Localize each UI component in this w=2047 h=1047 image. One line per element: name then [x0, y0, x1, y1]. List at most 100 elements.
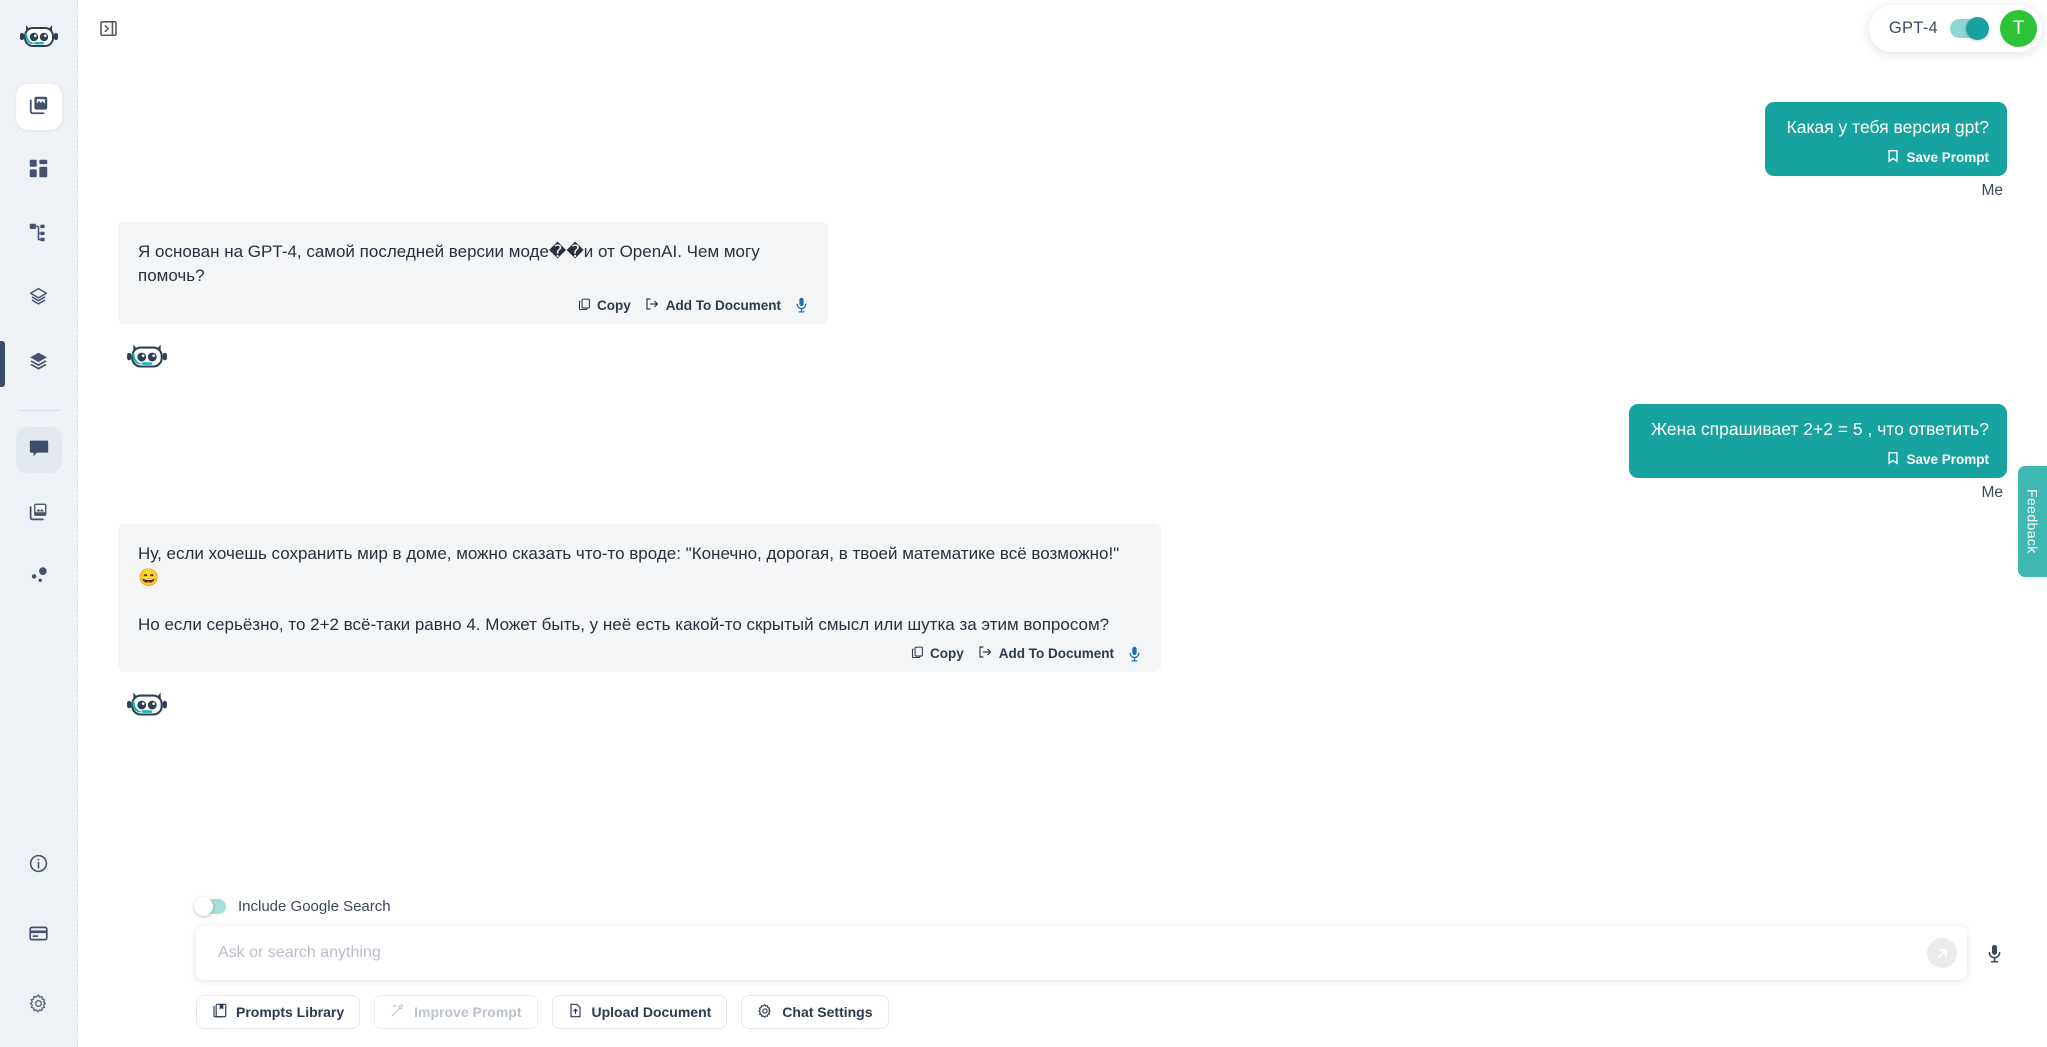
model-toggle[interactable] [1950, 17, 1989, 40]
copy-icon [578, 297, 591, 314]
toggle-knob [1966, 17, 1989, 40]
upload-document-label: Upload Document [591, 1004, 712, 1020]
composer-toolbar: Prompts Library Improve Prompt Upload Do… [153, 995, 2007, 1029]
upload-document-button[interactable]: Upload Document [551, 995, 728, 1029]
user-message-bubble: Жена спрашивает 2+2 = 5 , что ответить? … [1628, 403, 2007, 478]
sidebar-item-images[interactable] [16, 491, 62, 537]
message-row-user: Какая у тебя версия gpt? Save Prompt Me [118, 102, 2007, 200]
model-selector[interactable]: GPT-4 T [1868, 5, 2042, 52]
robot-logo-icon[interactable] [17, 14, 61, 58]
message-row-user: Жена спрашивает 2+2 = 5 , что ответить? … [118, 403, 2007, 502]
credit-card-icon [28, 923, 49, 949]
assistant-message-paragraph: Но если серьёзно, то 2+2 всё-таки равно … [138, 614, 1110, 634]
sidebar-item-layers-outline[interactable] [16, 276, 62, 322]
sidebar-item-dashboard[interactable] [16, 148, 62, 194]
message-row-assistant: Ну, если хочешь сохранить мир в доме, мо… [118, 523, 2007, 731]
improve-prompt-label: Improve Prompt [414, 1004, 522, 1020]
chat-settings-label: Chat Settings [782, 1004, 873, 1020]
composer: Include Google Search Ask or search anyt… [78, 897, 2047, 1047]
copy-button[interactable]: Copy [911, 645, 964, 662]
include-google-search-toggle[interactable] [194, 897, 226, 916]
save-prompt-button[interactable]: Save Prompt [1651, 451, 1989, 468]
rail-bottom-group [0, 843, 77, 1029]
assistant-message-paragraph: Ну, если хочешь сохранить мир в доме, мо… [138, 543, 1120, 588]
message-sender-label: Me [1981, 483, 2003, 501]
sidebar-item-chat[interactable] [15, 427, 62, 473]
prompts-library-button[interactable]: Prompts Library [196, 995, 361, 1029]
assistant-actions: Copy Add To Document [138, 645, 1141, 662]
send-arrow-icon[interactable] [1927, 938, 1957, 968]
prompts-library-label: Prompts Library [236, 1004, 345, 1020]
assistant-message-bubble: Я основан на GPT-4, самой последней верс… [118, 221, 828, 324]
toggle-knob [194, 897, 213, 916]
input-row [153, 926, 2007, 980]
sidebar-item-workflows[interactable] [16, 212, 62, 258]
upload-file-icon [568, 1003, 583, 1021]
model-label: GPT-4 [1888, 19, 1938, 37]
layers-outline-icon [28, 286, 49, 312]
images-stack-icon [28, 501, 49, 527]
info-circle-icon [28, 853, 49, 879]
dashboard-grid-icon [28, 158, 49, 184]
images-stack-icon [28, 94, 50, 121]
microphone-icon[interactable] [1128, 646, 1141, 662]
copy-button[interactable]: Copy [578, 297, 631, 314]
improve-prompt-button[interactable]: Improve Prompt [374, 995, 538, 1029]
add-to-document-button[interactable]: Add To Document [645, 297, 781, 314]
include-google-search-label: Include Google Search [238, 898, 391, 915]
assistant-message-paragraph: Я основан на GPT-4, самой последней верс… [138, 241, 760, 286]
assistant-avatar [126, 340, 168, 382]
assistant-avatar [126, 688, 168, 730]
search-input[interactable] [218, 944, 1927, 962]
bookmark-icon [1887, 149, 1899, 166]
main-area: GPT-4 T Какая у тебя версия gpt? Save Pr… [78, 0, 2047, 1047]
message-sender-label: Me [1981, 181, 2003, 199]
add-to-document-button[interactable]: Add To Document [978, 645, 1114, 662]
gear-icon [757, 1003, 773, 1022]
search-input-wrapper [196, 926, 1967, 980]
sidebar-item-settings[interactable] [16, 983, 62, 1029]
add-to-document-label: Add To Document [998, 646, 1114, 662]
book-icon [212, 1003, 227, 1021]
feedback-label: Feedback [2024, 489, 2041, 554]
rail-divider [17, 410, 60, 411]
active-item-indicator [0, 341, 5, 387]
add-to-document-icon [978, 645, 993, 662]
sidebar-item-gallery[interactable] [15, 84, 62, 130]
top-bar: GPT-4 T [78, 0, 2047, 58]
bookmark-icon [1887, 451, 1899, 468]
left-rail [0, 0, 78, 1047]
copy-label: Copy [597, 297, 631, 313]
sitemap-icon [28, 222, 49, 248]
user-message-text: Жена спрашивает 2+2 = 5 , что ответить? [1650, 418, 1989, 439]
chat-bubble-icon [28, 437, 50, 464]
add-to-document-label: Add To Document [665, 297, 781, 313]
user-message-text: Какая у тебя версия gpt? [1786, 117, 1989, 137]
panel-expand-icon[interactable] [93, 13, 123, 43]
chat-thread: Какая у тебя версия gpt? Save Prompt Me [78, 58, 2047, 898]
save-prompt-label: Save Prompt [1906, 451, 1989, 467]
message-row-assistant: Я основан на GPT-4, самой последней верс… [118, 221, 2007, 382]
gear-icon [28, 993, 49, 1019]
assistant-actions: Copy Add To Document [138, 297, 808, 314]
sidebar-item-info[interactable] [16, 843, 62, 889]
add-to-document-icon [645, 297, 660, 314]
include-google-search-row: Include Google Search [153, 897, 2007, 916]
nodes-icon [28, 565, 49, 591]
microphone-icon[interactable] [1981, 944, 2007, 963]
save-prompt-button[interactable]: Save Prompt [1787, 149, 1989, 166]
user-message-bubble: Какая у тебя версия gpt? Save Prompt [1764, 102, 2007, 176]
sidebar-item-billing[interactable] [16, 913, 62, 959]
chat-settings-button[interactable]: Chat Settings [741, 995, 889, 1029]
layers-filled-icon [28, 350, 49, 376]
sidebar-item-connections[interactable] [16, 555, 62, 601]
feedback-tab[interactable]: Feedback [2018, 466, 2047, 577]
magic-wand-icon [390, 1003, 405, 1021]
sidebar-item-layers-filled[interactable] [16, 340, 62, 386]
save-prompt-label: Save Prompt [1906, 149, 1989, 165]
avatar[interactable]: T [2000, 10, 2037, 47]
app-root: GPT-4 T Какая у тебя версия gpt? Save Pr… [0, 0, 2047, 1047]
microphone-icon[interactable] [795, 297, 808, 313]
assistant-message-bubble: Ну, если хочешь сохранить мир в доме, мо… [118, 523, 1161, 673]
copy-label: Copy [930, 646, 964, 662]
